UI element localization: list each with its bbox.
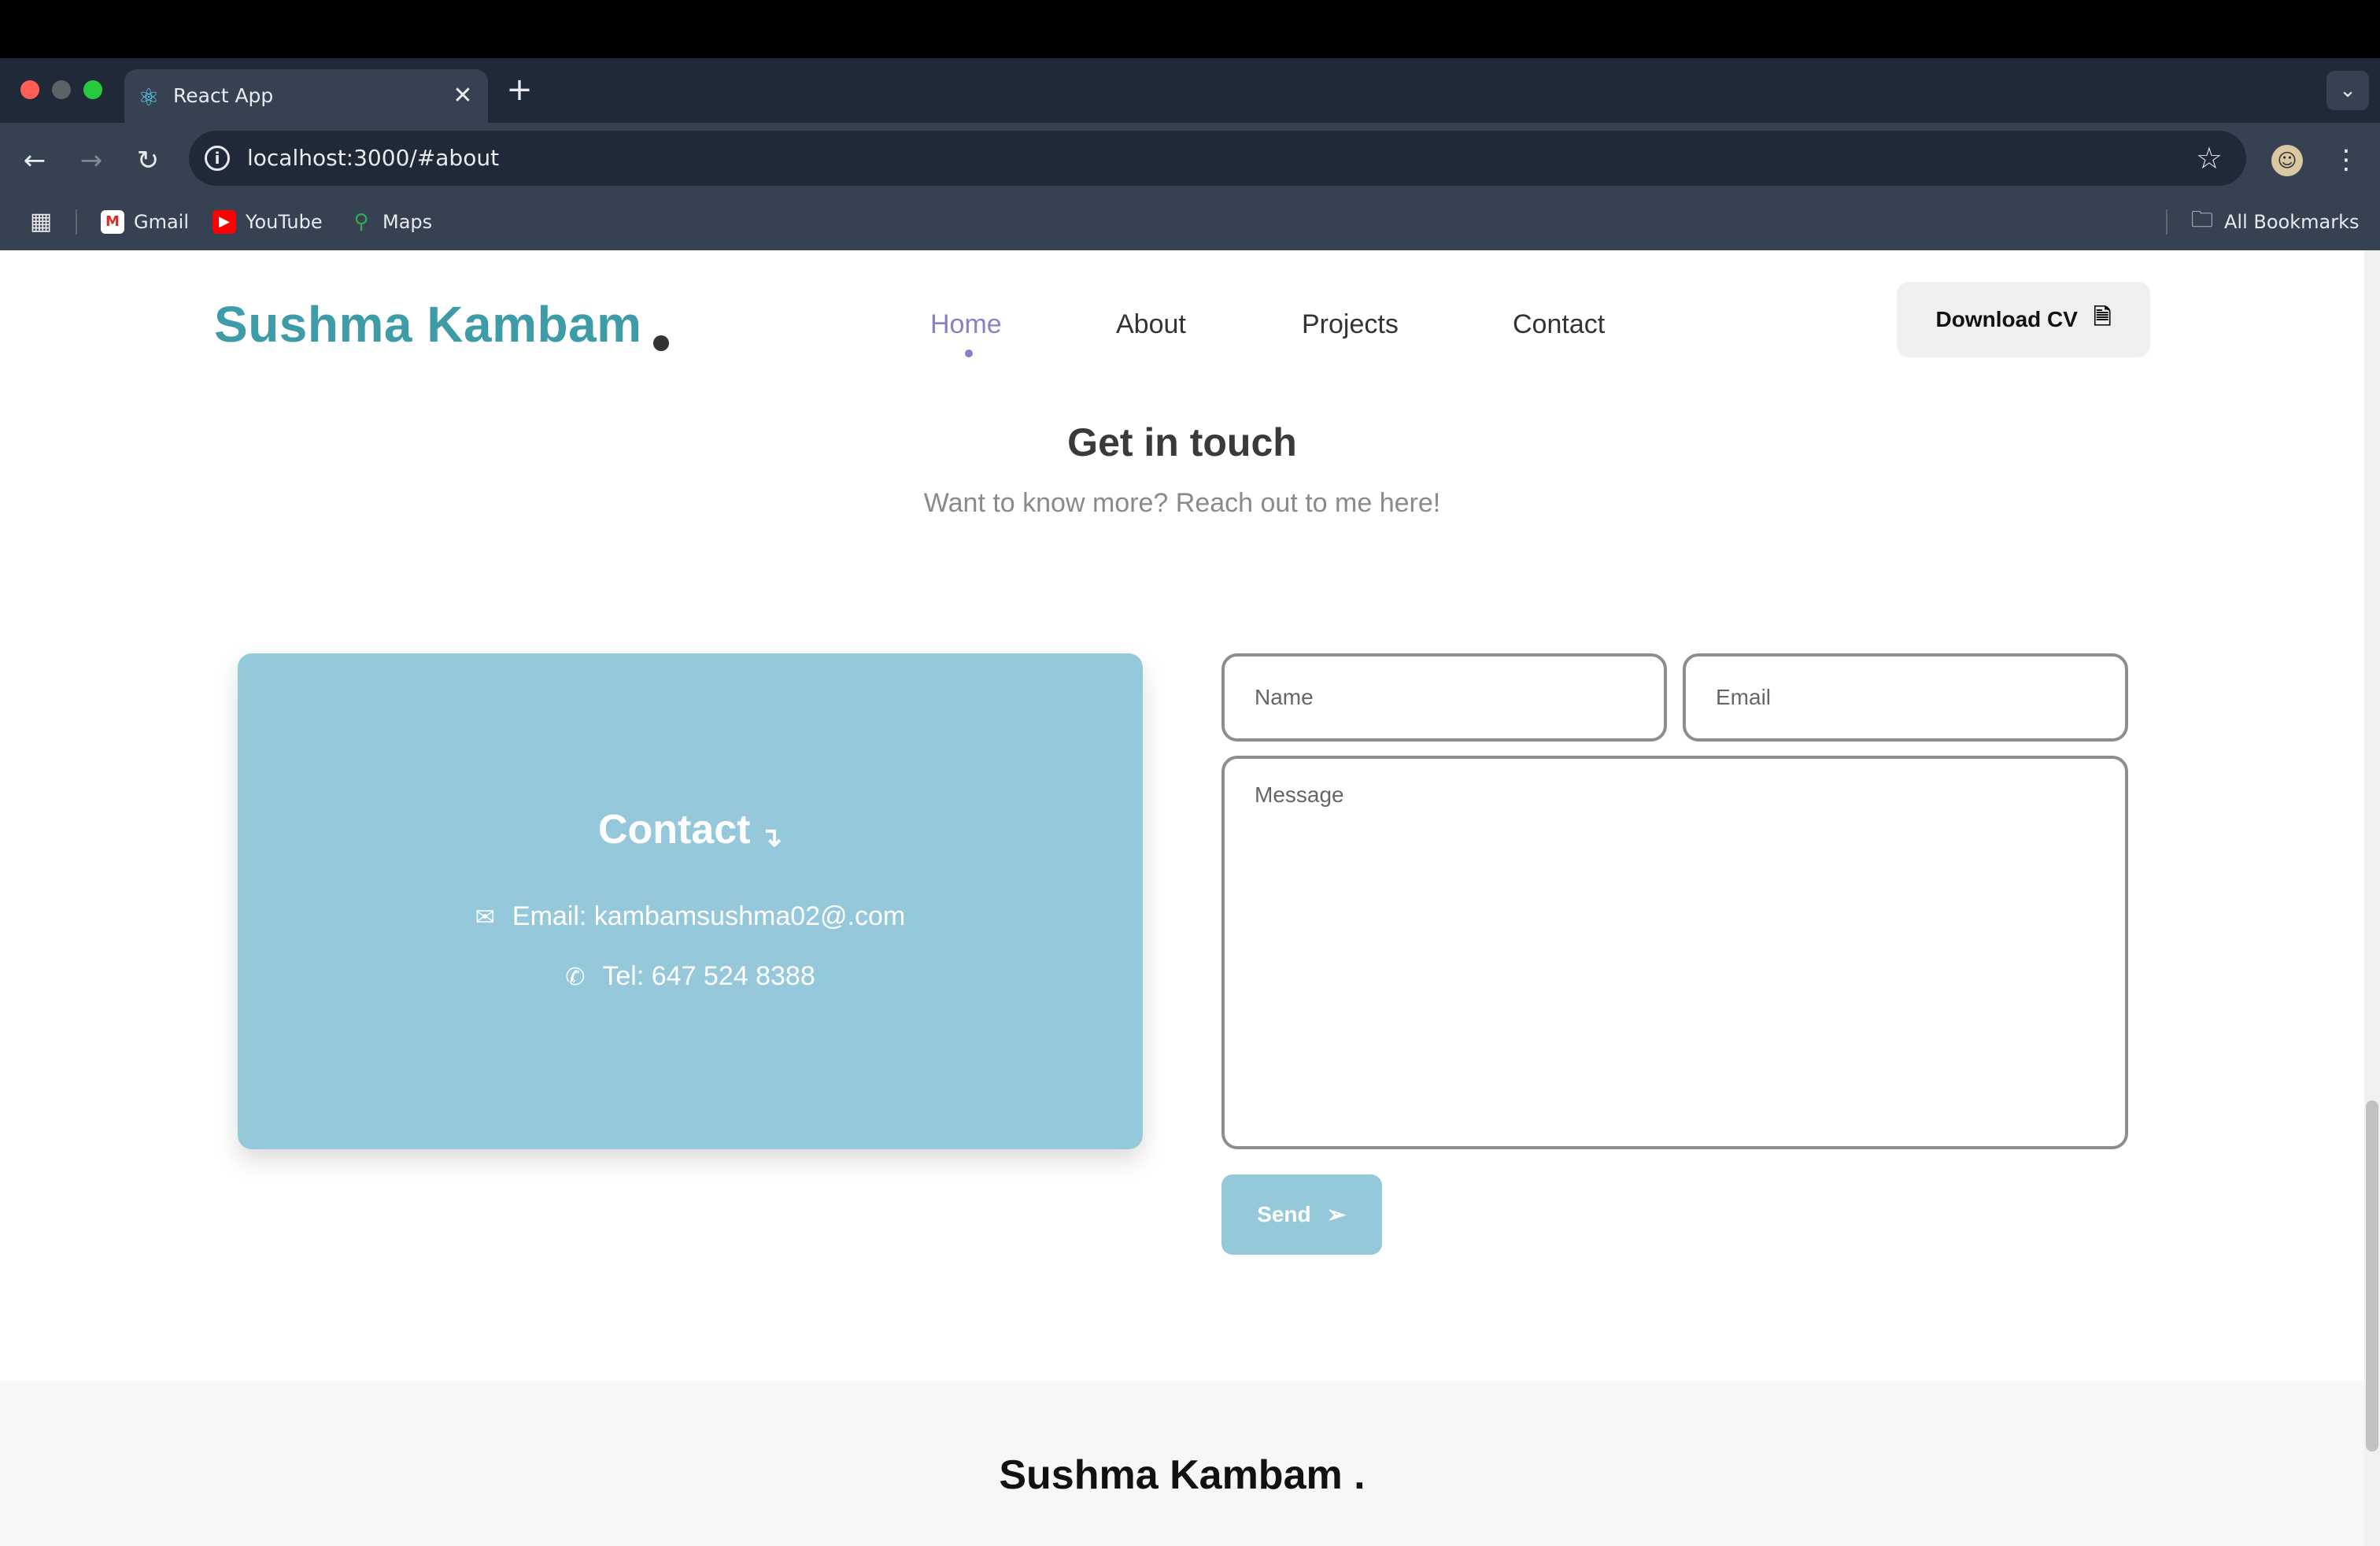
logo-dot [652,335,669,351]
arrow-down-right-icon: ↴ [759,823,783,853]
close-window-button[interactable] [20,80,39,99]
name-input[interactable] [1221,653,1667,742]
browser-tab[interactable]: ⚛ React App ✕ [124,69,488,124]
message-textarea[interactable] [1221,756,2128,1149]
contact-phone: Tel: 647 524 8388 [602,961,815,991]
nav-home[interactable]: Home [930,307,1002,342]
active-nav-indicator [965,350,973,357]
send-label: Send [1257,1202,1311,1226]
nav-about[interactable]: About [1116,307,1186,342]
document-icon: 🗎 [2093,305,2112,329]
all-bookmarks-button[interactable]: 🗀 All Bookmarks [2191,206,2359,238]
download-cv-button[interactable]: Download CV 🗎 [1897,282,2150,357]
scrollbar-thumb[interactable] [2366,1100,2378,1452]
folder-icon: 🗀 [2191,206,2214,232]
bookmark-youtube[interactable]: ▶ YouTube [213,206,323,238]
gmail-icon: M [101,210,124,234]
bookmark-label: Maps [382,211,433,233]
footer: Sushma Kambam . [0,1381,2364,1546]
reload-button[interactable]: ↻ [131,143,165,178]
paper-plane-icon: ➢ [1326,1201,1347,1228]
tab-search-button[interactable]: ⌄ [2326,71,2369,110]
maps-icon: ⚲ [353,210,369,234]
close-tab-icon[interactable]: ✕ [449,82,477,110]
apps-grid-icon[interactable]: ▦ [28,209,54,235]
menu-bar-area [0,0,2380,58]
maximize-window-button[interactable] [83,80,102,99]
mail-icon: ✉ [475,904,495,930]
bookmark-gmail[interactable]: M Gmail [101,206,189,238]
logo-text: Sushma Kambam [214,296,642,353]
download-cv-label: Download CV [1935,307,2078,331]
forward-button[interactable]: → [74,143,109,178]
bookmarks-divider [2166,209,2168,235]
contact-phone-row: ✆ Tel: 647 524 8388 [238,959,1143,995]
section-subheading: Want to know more? Reach out to me here! [923,488,1441,518]
react-logo-icon: ⚛ [138,84,160,112]
bookmark-label: YouTube [246,211,323,233]
email-input[interactable] [1683,653,2128,742]
back-button[interactable]: ← [17,143,52,178]
profile-avatar[interactable]: ☺ [2271,145,2303,176]
bookmark-star-icon[interactable]: ☆ [2196,142,2223,175]
card-title-text: Contact [597,807,751,853]
contact-email-row: ✉ Email: kambamsushma02@.com [238,899,1143,935]
all-bookmarks-label: All Bookmarks [2224,211,2360,233]
tab-title: React App [173,84,274,107]
browser-menu-icon[interactable]: ⋮ [2328,142,2364,178]
nav-contact[interactable]: Contact [1513,307,1605,342]
new-tab-button[interactable]: + [504,74,535,105]
bookmark-label: Gmail [134,211,190,233]
url-text[interactable]: localhost:3000/#about [247,142,499,175]
footer-title: Sushma Kambam . [999,1452,1366,1498]
site-logo[interactable]: Sushma Kambam [214,293,669,356]
nav-projects[interactable]: Projects [1302,307,1399,342]
youtube-icon: ▶ [213,210,236,234]
bookmark-maps[interactable]: ⚲ Maps [349,206,432,238]
section-heading: Get in touch [1067,420,1297,464]
send-button[interactable]: Send ➢ [1221,1174,1382,1255]
phone-icon: ✆ [565,964,586,990]
contact-email: Email: kambamsushma02@.com [512,901,906,931]
minimize-window-button[interactable] [52,80,71,99]
page-viewport: Sushma Kambam Home About Projects Contac… [0,250,2364,1546]
contact-info-card: Contact ↴ ✉ Email: kambamsushma02@.com ✆ Te… [238,653,1143,1149]
site-info-icon[interactable]: i [205,146,230,171]
address-bar[interactable]: i localhost:3000/#about ☆ [189,131,2246,186]
card-title: Contact ↴ [238,804,1143,863]
bookmarks-divider [76,209,77,235]
